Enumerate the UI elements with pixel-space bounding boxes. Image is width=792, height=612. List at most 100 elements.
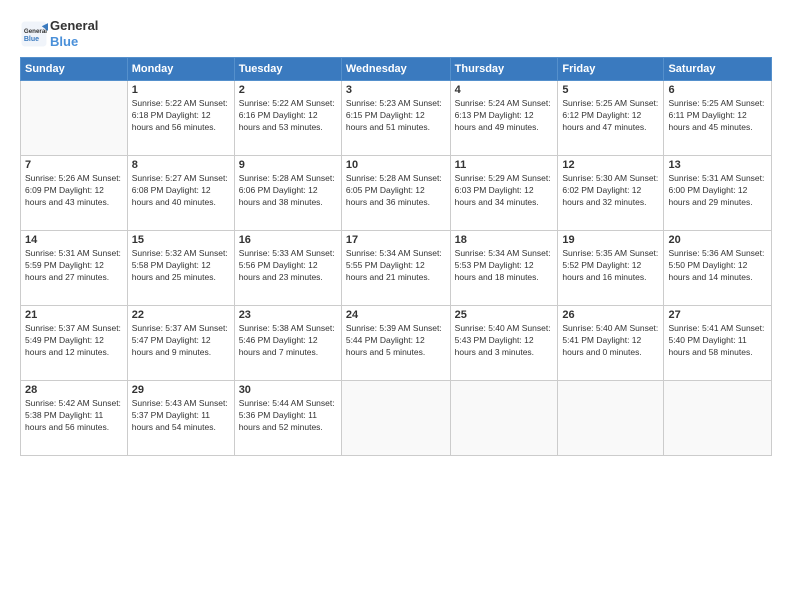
- day-info: Sunrise: 5:33 AM Sunset: 5:56 PM Dayligh…: [239, 248, 337, 284]
- day-header-monday: Monday: [127, 58, 234, 81]
- day-number: 4: [455, 84, 554, 96]
- day-header-tuesday: Tuesday: [234, 58, 341, 81]
- day-info: Sunrise: 5:22 AM Sunset: 6:18 PM Dayligh…: [132, 98, 230, 134]
- day-info: Sunrise: 5:23 AM Sunset: 6:15 PM Dayligh…: [346, 98, 446, 134]
- day-number: 7: [25, 159, 123, 171]
- day-number: 24: [346, 309, 446, 321]
- calendar-cell: 18 Sunrise: 5:34 AM Sunset: 5:53 PM Dayli…: [450, 231, 558, 306]
- day-info: Sunrise: 5:40 AM Sunset: 5:41 PM Dayligh…: [562, 323, 659, 359]
- day-number: 18: [455, 234, 554, 246]
- day-number: 9: [239, 159, 337, 171]
- day-number: 13: [668, 159, 767, 171]
- calendar-page: General Blue General Blue SundayMondayTu…: [0, 0, 792, 612]
- day-info: Sunrise: 5:36 AM Sunset: 5:50 PM Dayligh…: [668, 248, 767, 284]
- day-number: 30: [239, 384, 337, 396]
- day-number: 15: [132, 234, 230, 246]
- page-header: General Blue General Blue: [20, 18, 772, 49]
- day-number: 12: [562, 159, 659, 171]
- day-number: 19: [562, 234, 659, 246]
- day-info: Sunrise: 5:41 AM Sunset: 5:40 PM Dayligh…: [668, 323, 767, 359]
- calendar-cell: 29Sunrise: 5:43 AM Sunset: 5:37 PM Dayli…: [127, 381, 234, 456]
- day-info: Sunrise: 5:42 AM Sunset: 5:38 PM Dayligh…: [25, 398, 123, 434]
- day-number: 28: [25, 384, 123, 396]
- calendar-header: SundayMondayTuesdayWednesdayThursdayFrid…: [21, 58, 772, 81]
- calendar-cell: 30 Sunrise: 5:44 AM Sunset: 5:36 PM Dayli…: [234, 381, 341, 456]
- calendar-cell: 21Sunrise: 5:37 AM Sunset: 5:49 PM Dayli…: [21, 306, 128, 381]
- day-info: Sunrise: 5:28 AM Sunset: 6:05 PM Dayligh…: [346, 173, 446, 209]
- day-header-sunday: Sunday: [21, 58, 128, 81]
- logo-text-general: General: [50, 18, 98, 34]
- day-info: Sunrise: 5:27 AM Sunset: 6:08 PM Dayligh…: [132, 173, 230, 209]
- day-info: Sunrise: 5:39 AM Sunset: 5:44 PM Dayligh…: [346, 323, 446, 359]
- day-info: Sunrise: 5:37 AM Sunset: 5:49 PM Dayligh…: [25, 323, 123, 359]
- day-info: Sunrise: 5:44 AM Sunset: 5:36 PM Dayligh…: [239, 398, 337, 434]
- day-header-friday: Friday: [558, 58, 664, 81]
- day-number: 5: [562, 84, 659, 96]
- calendar-cell: 25Sunrise: 5:40 AM Sunset: 5:43 PM Dayli…: [450, 306, 558, 381]
- calendar-cell: 9 Sunrise: 5:28 AM Sunset: 6:06 PM Daylig…: [234, 156, 341, 231]
- week-row-3: 14 Sunrise: 5:31 AM Sunset: 5:59 PM Dayli…: [21, 231, 772, 306]
- logo-text-blue: Blue: [50, 34, 98, 50]
- day-number: 1: [132, 84, 230, 96]
- day-info: Sunrise: 5:22 AM Sunset: 6:16 PM Dayligh…: [239, 98, 337, 134]
- calendar-cell: 27 Sunrise: 5:41 AM Sunset: 5:40 PM Dayli…: [664, 306, 772, 381]
- week-row-5: 28 Sunrise: 5:42 AM Sunset: 5:38 PM Dayli…: [21, 381, 772, 456]
- day-number: 17: [346, 234, 446, 246]
- day-header-saturday: Saturday: [664, 58, 772, 81]
- day-number: 22: [132, 309, 230, 321]
- calendar-body: 1 Sunrise: 5:22 AM Sunset: 6:18 PM Daylig…: [21, 81, 772, 456]
- calendar-cell: 13 Sunrise: 5:31 AM Sunset: 6:00 PM Dayli…: [664, 156, 772, 231]
- calendar-cell: 3 Sunrise: 5:23 AM Sunset: 6:15 PM Daylig…: [341, 81, 450, 156]
- day-number: 29: [132, 384, 230, 396]
- calendar-table: SundayMondayTuesdayWednesdayThursdayFrid…: [20, 57, 772, 456]
- day-info: Sunrise: 5:34 AM Sunset: 5:53 PM Dayligh…: [455, 248, 554, 284]
- calendar-cell: 26 Sunrise: 5:40 AM Sunset: 5:41 PM Dayli…: [558, 306, 664, 381]
- day-number: 16: [239, 234, 337, 246]
- calendar-cell: 1 Sunrise: 5:22 AM Sunset: 6:18 PM Daylig…: [127, 81, 234, 156]
- day-number: 23: [239, 309, 337, 321]
- day-info: Sunrise: 5:26 AM Sunset: 6:09 PM Dayligh…: [25, 173, 123, 209]
- day-header-wednesday: Wednesday: [341, 58, 450, 81]
- day-info: Sunrise: 5:35 AM Sunset: 5:52 PM Dayligh…: [562, 248, 659, 284]
- svg-text:General: General: [24, 28, 47, 35]
- calendar-cell: 8 Sunrise: 5:27 AM Sunset: 6:08 PM Daylig…: [127, 156, 234, 231]
- logo-icon: General Blue: [20, 20, 48, 48]
- day-info: Sunrise: 5:37 AM Sunset: 5:47 PM Dayligh…: [132, 323, 230, 359]
- day-info: Sunrise: 5:25 AM Sunset: 6:12 PM Dayligh…: [562, 98, 659, 134]
- day-info: Sunrise: 5:30 AM Sunset: 6:02 PM Dayligh…: [562, 173, 659, 209]
- calendar-cell: 19 Sunrise: 5:35 AM Sunset: 5:52 PM Dayli…: [558, 231, 664, 306]
- calendar-cell: 14 Sunrise: 5:31 AM Sunset: 5:59 PM Dayli…: [21, 231, 128, 306]
- day-header-thursday: Thursday: [450, 58, 558, 81]
- day-number: 20: [668, 234, 767, 246]
- day-number: 25: [455, 309, 554, 321]
- calendar-cell: 28 Sunrise: 5:42 AM Sunset: 5:38 PM Dayli…: [21, 381, 128, 456]
- week-row-1: 1 Sunrise: 5:22 AM Sunset: 6:18 PM Daylig…: [21, 81, 772, 156]
- calendar-cell: [450, 381, 558, 456]
- day-number: 11: [455, 159, 554, 171]
- day-info: Sunrise: 5:31 AM Sunset: 5:59 PM Dayligh…: [25, 248, 123, 284]
- calendar-cell: 22 Sunrise: 5:37 AM Sunset: 5:47 PM Dayli…: [127, 306, 234, 381]
- day-number: 10: [346, 159, 446, 171]
- calendar-cell: [664, 381, 772, 456]
- svg-text:Blue: Blue: [24, 36, 39, 43]
- calendar-cell: 4 Sunrise: 5:24 AM Sunset: 6:13 PM Daylig…: [450, 81, 558, 156]
- calendar-cell: [558, 381, 664, 456]
- calendar-cell: 10 Sunrise: 5:28 AM Sunset: 6:05 PM Dayli…: [341, 156, 450, 231]
- day-number: 3: [346, 84, 446, 96]
- day-number: 6: [668, 84, 767, 96]
- day-info: Sunrise: 5:31 AM Sunset: 6:00 PM Dayligh…: [668, 173, 767, 209]
- day-number: 8: [132, 159, 230, 171]
- logo: General Blue General Blue: [20, 18, 98, 49]
- day-number: 26: [562, 309, 659, 321]
- day-info: Sunrise: 5:24 AM Sunset: 6:13 PM Dayligh…: [455, 98, 554, 134]
- calendar-cell: 2Sunrise: 5:22 AM Sunset: 6:16 PM Daylig…: [234, 81, 341, 156]
- day-info: Sunrise: 5:28 AM Sunset: 6:06 PM Dayligh…: [239, 173, 337, 209]
- calendar-cell: 6Sunrise: 5:25 AM Sunset: 6:11 PM Daylig…: [664, 81, 772, 156]
- day-info: Sunrise: 5:38 AM Sunset: 5:46 PM Dayligh…: [239, 323, 337, 359]
- header-row: SundayMondayTuesdayWednesdayThursdayFrid…: [21, 58, 772, 81]
- calendar-cell: [341, 381, 450, 456]
- calendar-cell: 12 Sunrise: 5:30 AM Sunset: 6:02 PM Dayli…: [558, 156, 664, 231]
- day-number: 14: [25, 234, 123, 246]
- day-number: 27: [668, 309, 767, 321]
- calendar-cell: 23 Sunrise: 5:38 AM Sunset: 5:46 PM Dayli…: [234, 306, 341, 381]
